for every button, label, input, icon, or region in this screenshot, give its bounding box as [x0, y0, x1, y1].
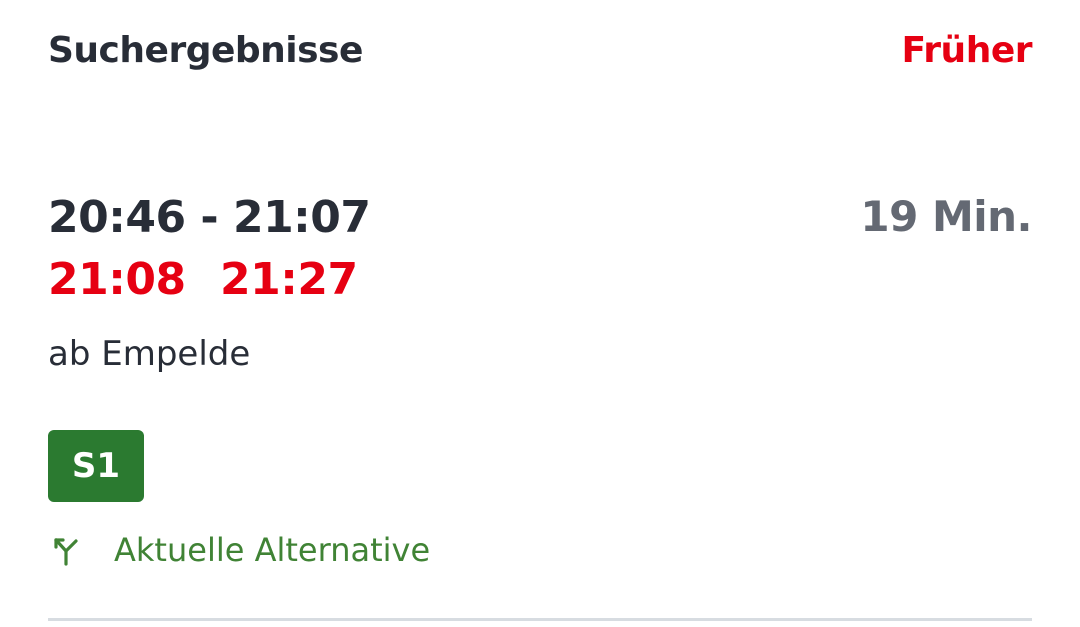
- route-fork-icon: [48, 532, 84, 568]
- divider: [48, 618, 1032, 621]
- line-badge: S1: [48, 430, 144, 502]
- connection-item[interactable]: 20:46 - 21:07 19 Min. 21:08 21:27 ab Emp…: [0, 0, 1080, 627]
- alternative-link[interactable]: Aktuelle Alternative: [48, 528, 430, 572]
- realtime-departure: 21:08: [48, 254, 186, 305]
- planned-times: 20:46 - 21:07: [48, 192, 371, 243]
- alternative-label: Aktuelle Alternative: [114, 531, 431, 569]
- realtime-arrival: 21:27: [220, 254, 358, 305]
- origin-station: ab Empelde: [48, 334, 251, 374]
- duration: 19 Min.: [860, 192, 1032, 241]
